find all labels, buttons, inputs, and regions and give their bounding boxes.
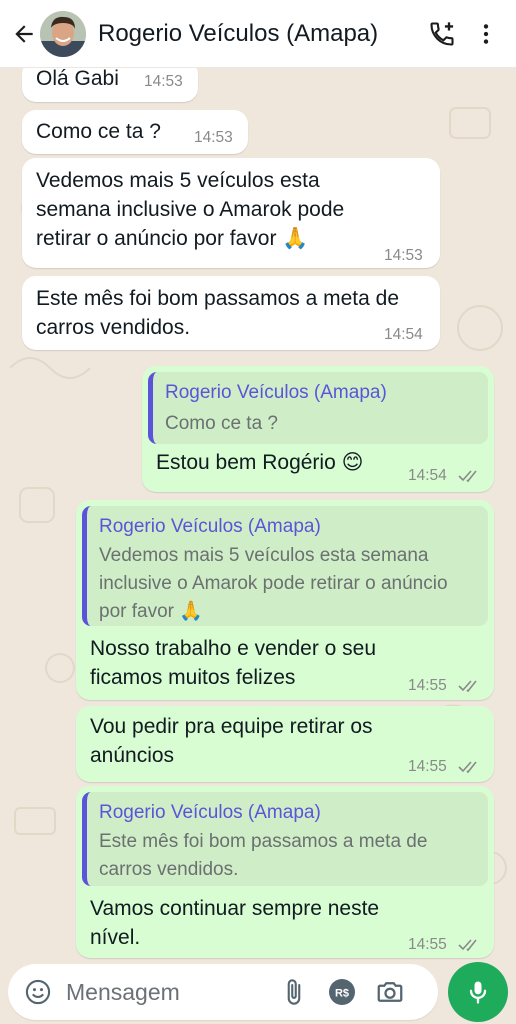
payment-button[interactable]: R$ <box>322 970 362 1014</box>
more-options-button[interactable] <box>464 12 508 56</box>
message-text: Este mês foi bom passamos a meta de carr… <box>36 287 399 339</box>
double-check-icon <box>458 761 477 774</box>
message-time: 14:54 <box>384 326 423 343</box>
double-check-icon <box>458 939 477 952</box>
emoji-button[interactable] <box>16 970 60 1014</box>
quote-text: Este mês foi bom passamos a meta de carr… <box>99 831 428 880</box>
quote-author: Rogerio Veículos (Amapa) <box>99 516 321 537</box>
double-check-icon <box>458 470 477 483</box>
emoji-icon <box>25 979 51 1005</box>
message-time: 14:54 <box>408 467 447 484</box>
message-bubble-outgoing[interactable]: Rogerio Veículos (Amapa) Este mês foi bo… <box>76 786 494 958</box>
add-call-icon <box>430 21 454 46</box>
quote-author: Rogerio Veículos (Amapa) <box>165 382 387 403</box>
message-bubble-incoming[interactable]: Este mês foi bom passamos a meta de carr… <box>22 276 440 350</box>
message-bubble-incoming[interactable]: Olá Gabi 14:53 <box>22 68 198 102</box>
more-vert-icon <box>483 23 489 44</box>
message-time: 14:55 <box>408 677 447 694</box>
message-bubble-outgoing[interactable]: Vou pedir pra equipe retirar os anúncios… <box>76 706 494 782</box>
quoted-message[interactable]: Rogerio Veículos (Amapa) Como ce ta ? <box>148 372 488 444</box>
quoted-message[interactable]: Rogerio Veículos (Amapa) Vedemos mais 5 … <box>82 506 488 626</box>
message-composer: R$ <box>8 964 438 1020</box>
camera-icon <box>377 982 403 1002</box>
message-bubble-incoming[interactable]: Vedemos mais 5 veículos esta semana incl… <box>22 158 440 268</box>
message-list[interactable]: Olá Gabi 14:53 Como ce ta ? 14:53 Vedemo… <box>0 68 516 960</box>
double-check-icon <box>458 680 477 693</box>
mic-icon <box>469 981 487 1004</box>
quoted-message[interactable]: Rogerio Veículos (Amapa) Este mês foi bo… <box>82 792 488 886</box>
currency-icon: R$ <box>329 979 355 1005</box>
message-time: 14:55 <box>408 758 447 775</box>
message-time: 14:53 <box>384 247 423 264</box>
message-text: Nosso trabalho e vender o seu ficamos mu… <box>90 637 377 689</box>
quote-text: Como ce ta ? <box>165 413 278 434</box>
message-time: 14:53 <box>144 73 183 90</box>
message-bubble-outgoing[interactable]: Rogerio Veículos (Amapa) Como ce ta ? Es… <box>142 366 494 492</box>
back-arrow-icon <box>15 24 33 43</box>
voice-message-button[interactable] <box>448 962 508 1022</box>
message-input[interactable] <box>66 978 266 1006</box>
back-button[interactable] <box>6 14 42 54</box>
add-call-button[interactable] <box>420 12 464 56</box>
quote-author: Rogerio Veículos (Amapa) <box>99 802 321 823</box>
message-text: Vamos continuar sempre neste nível. <box>90 897 380 949</box>
message-text: Vedemos mais 5 veículos esta semana incl… <box>36 169 345 250</box>
contact-name[interactable]: Rogerio Veículos (Amapa) <box>98 20 420 48</box>
attach-icon <box>287 979 301 1005</box>
message-bubble-incoming[interactable]: Como ce ta ? 14:53 <box>22 110 248 154</box>
chat-header: Rogerio Veículos (Amapa) <box>0 0 516 68</box>
attach-button[interactable] <box>274 970 314 1014</box>
quote-text: Vedemos mais 5 veículos esta semana incl… <box>99 545 448 622</box>
currency-label: R$ <box>335 988 349 1000</box>
message-time: 14:55 <box>408 936 447 953</box>
message-time: 14:53 <box>194 129 233 146</box>
camera-button[interactable] <box>370 970 410 1014</box>
contact-avatar[interactable] <box>40 10 86 57</box>
message-bubble-outgoing[interactable]: Rogerio Veículos (Amapa) Vedemos mais 5 … <box>76 500 494 700</box>
message-text: Vou pedir pra equipe retirar os anúncios <box>90 715 373 767</box>
